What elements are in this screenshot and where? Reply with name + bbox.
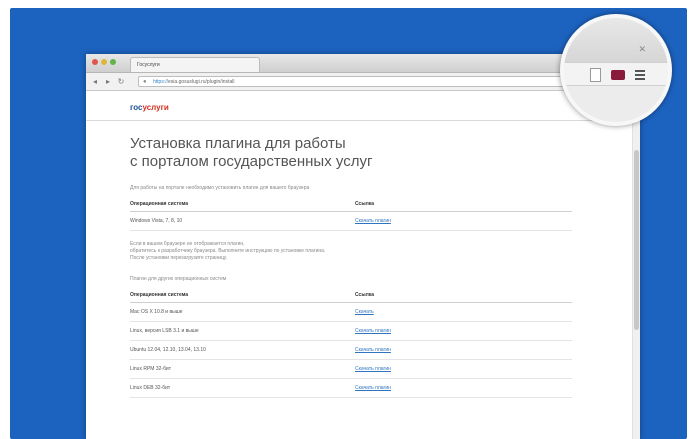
page-title-line-2: с порталом государственных услуг [130,153,373,170]
download-link[interactable]: Скачать плагин [355,328,391,334]
browser-toolbar: ◂ ▸ ↻ ● https://esia.gosuslugi.ru/plugin… [86,73,640,91]
os-cell: Linux, версия LSB 3.1 и выше [130,328,199,334]
logo-text-accent: услуги [142,103,169,112]
browser-window: Госуслуги ◂ ▸ ↻ ● https://esia.gosuslugi… [86,54,640,439]
column-header-link: Ссылка [355,201,375,207]
window-controls [92,59,116,65]
download-link[interactable]: Скачать плагин [355,218,391,224]
back-icon[interactable]: ◂ [91,77,99,86]
browser-tab[interactable]: Госуслуги [130,57,260,72]
magnifier-callout: ✕ [560,14,672,126]
plugin-icon[interactable] [611,70,625,80]
url-scheme: https:// [153,79,169,85]
logo-text-primary: гос [130,103,143,112]
minimize-window-icon[interactable] [101,59,107,65]
plugin-table-other: Операционная система Ссылка Mac OS X 10.… [130,288,572,398]
page-title: Установка плагина для работы с порталом … [130,135,596,171]
os-cell: Ubuntu 12.04, 12.10, 13.04, 13.10 [130,347,206,353]
scrollbar-thumb[interactable] [634,150,639,330]
download-link[interactable]: Скачать плагин [355,366,391,372]
plugin-table-main: Операционная система Ссылка Windows Vist… [130,197,572,231]
header-divider [86,120,640,121]
table-row: Linux, версия LSB 3.1 и выше Скачать пла… [130,322,572,341]
page-title-line-1: Установка плагина для работы [130,135,346,152]
column-header-os: Операционная система [130,292,189,298]
download-link[interactable]: Скачать плагин [355,385,391,391]
table-row: Linux DEB 32-бит Скачать плагин [130,379,572,398]
page-icon[interactable] [590,68,601,82]
table-row: Mac OS X 10.8 и выше Скачать [130,303,572,322]
intro-text: Для работы на портале необходимо установ… [130,185,310,191]
table-row: Linux RPM 32-бит Скачать плагин [130,360,572,379]
maximize-window-icon[interactable] [110,59,116,65]
magnified-tab-bar [564,18,668,62]
page-scrollbar[interactable] [632,90,640,439]
table-header: Операционная система Ссылка [130,288,572,303]
menu-icon[interactable] [635,70,645,80]
help-note-line: Если в вашем браузере не отображается пл… [130,241,245,247]
tab-bar: Госуслуги [86,54,640,73]
url-path: esia.gosuslugi.ru/plugin/install [168,79,235,85]
forward-icon[interactable]: ▸ [104,77,112,86]
reload-icon[interactable]: ↻ [117,77,125,86]
site-logo[interactable]: госуслуги [130,103,596,112]
column-header-link: Ссылка [355,292,375,298]
table-row: Ubuntu 12.04, 12.10, 13.04, 13.10 Скачат… [130,341,572,360]
download-link[interactable]: Скачать [355,309,374,315]
close-window-icon[interactable] [92,59,98,65]
screenshot-frame: Госуслуги ◂ ▸ ↻ ● https://esia.gosuslugi… [0,0,697,439]
other-os-heading: Плагин для других операционных систем [130,276,227,282]
help-note-line: обратитесь к разработчику браузера. Выпо… [130,248,326,254]
magnified-close-icon: ✕ [638,44,646,54]
help-note: Если в вашем браузере не отображается пл… [130,241,596,262]
os-cell: Windows Vista, 7, 8, 10 [130,218,183,224]
magnified-toolbar [564,62,668,86]
os-cell: Mac OS X 10.8 и выше [130,309,183,315]
tab-title: Госуслуги [137,62,160,68]
table-header: Операционная система Ссылка [130,197,572,212]
page-info-icon: ● [143,79,147,85]
column-header-os: Операционная система [130,201,189,207]
page-content: госуслуги Установка плагина для работы с… [86,103,640,398]
os-cell: Linux DEB 32-бит [130,385,171,391]
download-link[interactable]: Скачать плагин [355,347,391,353]
address-bar[interactable]: ● https://esia.gosuslugi.ru/plugin/insta… [138,76,578,87]
magnified-toolbar-icons [590,68,645,82]
os-cell: Linux RPM 32-бит [130,366,172,372]
help-note-line: После установки перезагрузите страницу. [130,255,228,261]
table-row: Windows Vista, 7, 8, 10 Скачать плагин [130,212,572,231]
